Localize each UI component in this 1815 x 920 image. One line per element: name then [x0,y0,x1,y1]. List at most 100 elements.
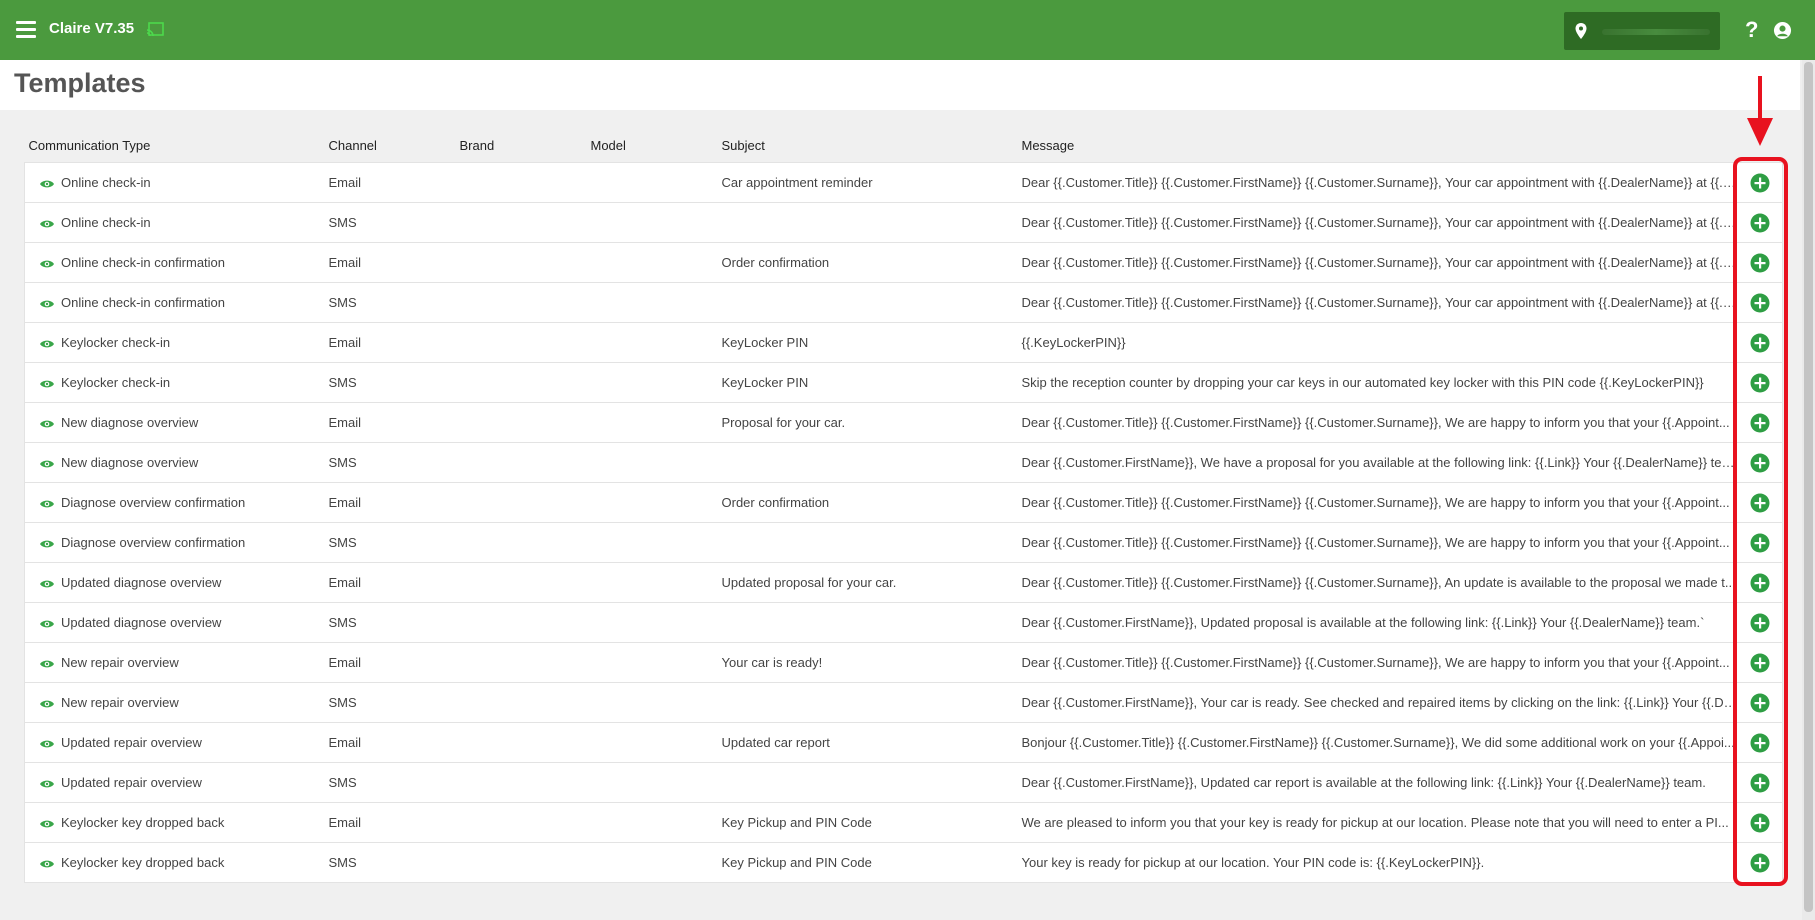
table-row[interactable]: New diagnose overview Email Proposal for y… [24,402,1783,443]
table-row[interactable]: Keylocker key dropped back Email Key Picku… [24,802,1783,843]
cell-communication-type: Updated diagnose overview [24,602,325,643]
communication-type-text: New repair overview [61,695,179,710]
cell-channel: Email [324,642,456,683]
cell-message: Your key is ready for pickup at our loca… [1017,842,1738,883]
communication-type-text: New diagnose overview [61,455,199,470]
cell-model [586,282,718,323]
eye-icon[interactable] [39,578,55,590]
communication-type-text: Keylocker check-in [61,375,171,390]
cell-channel: Email [324,722,456,763]
cell-channel: SMS [324,442,456,483]
eye-icon[interactable] [39,418,55,430]
vertical-scrollbar[interactable] [1802,60,1815,920]
communication-type-text: Online check-in [61,215,151,230]
eye-icon[interactable] [39,178,55,190]
add-column-highlight [1733,157,1788,886]
scrollbar-thumb[interactable] [1804,62,1813,912]
communication-type-text: New diagnose overview [61,415,199,430]
eye-icon[interactable] [39,378,55,390]
table-row[interactable]: Online check-in confirmation SMS Dear {{.C… [24,282,1783,323]
cell-communication-type: Keylocker check-in [24,362,325,403]
column-header-message[interactable]: Message [1018,128,1738,163]
cell-communication-type: Updated diagnose overview [24,562,325,603]
table-row[interactable]: Updated diagnose overview Email Updated pr… [24,562,1783,603]
cell-communication-type: Online check-in confirmation [24,282,325,323]
cell-model [586,322,718,363]
cell-brand [455,162,587,203]
table-row[interactable]: Diagnose overview confirmation SMS Dear {{… [24,522,1783,563]
eye-icon[interactable] [39,498,55,510]
column-header-brand[interactable]: Brand [456,128,587,163]
cell-brand [455,642,587,683]
cell-subject: Updated proposal for your car. [717,562,1018,603]
page-title: Templates [14,68,146,98]
table-row[interactable]: Diagnose overview confirmation Email Order… [24,482,1783,523]
cell-brand [455,482,587,523]
eye-icon[interactable] [39,298,55,310]
table-row[interactable]: Updated repair overview SMS Dear {{.Custom… [24,762,1783,803]
cell-brand [455,442,587,483]
cell-brand [455,722,587,763]
eye-icon[interactable] [39,698,55,710]
eye-icon[interactable] [39,818,55,830]
cell-subject: Key Pickup and PIN Code [717,802,1018,843]
cell-brand [455,202,587,243]
communication-type-text: Updated diagnose overview [61,615,222,630]
cell-channel: Email [324,802,456,843]
table-row[interactable]: Keylocker check-in SMS KeyLocker PIN Skip t… [24,362,1783,403]
table-row[interactable]: Online check-in SMS Dear {{.Customer.Title… [24,202,1783,243]
communication-type-text: Online check-in confirmation [61,255,226,270]
cell-subject [717,602,1018,643]
eye-icon[interactable] [39,778,55,790]
column-header-model[interactable]: Model [587,128,718,163]
cell-brand [455,762,587,803]
eye-icon[interactable] [39,458,55,470]
cell-brand [455,602,587,643]
table-row[interactable]: Online check-in confirmation Email Order c… [24,242,1783,283]
communication-type-text: Diagnose overview confirmation [61,535,246,550]
cell-model [586,202,718,243]
cell-communication-type: Diagnose overview confirmation [24,522,325,563]
cell-channel: SMS [324,282,456,323]
eye-icon[interactable] [39,858,55,870]
cell-subject: Car appointment reminder [717,162,1018,203]
communication-type-text: Keylocker key dropped back [61,855,225,870]
cell-channel: Email [324,482,456,523]
page-header: Templates [0,60,1800,110]
location-selector[interactable] [1564,12,1720,50]
table-row[interactable]: Updated repair overview Email Updated car … [24,722,1783,763]
table-row[interactable]: New repair overview Email Your car is read… [24,642,1783,683]
cell-channel: SMS [324,522,456,563]
column-header-communication-type[interactable]: Communication Type [25,128,325,163]
menu-icon[interactable] [16,21,36,38]
eye-icon[interactable] [39,658,55,670]
cell-subject [717,682,1018,723]
cell-communication-type: Updated repair overview [24,722,325,763]
cell-channel: Email [324,162,456,203]
cell-channel: Email [324,402,456,443]
column-header-channel[interactable]: Channel [325,128,456,163]
eye-icon[interactable] [39,218,55,230]
cell-brand [455,842,587,883]
cast-icon[interactable] [146,22,164,38]
table-row[interactable]: Keylocker check-in Email KeyLocker PIN {{.K… [24,322,1783,363]
user-circle-icon[interactable] [1773,21,1792,40]
table-row[interactable]: Updated diagnose overview SMS Dear {{.Cust… [24,602,1783,643]
table-row[interactable]: Online check-in Email Car appointment remi… [24,162,1783,203]
question-mark-icon[interactable]: ? [1745,18,1761,42]
cell-subject [717,522,1018,563]
cell-communication-type: New repair overview [24,682,325,723]
eye-icon[interactable] [39,738,55,750]
cell-message: Dear {{.Customer.FirstName}}, Updated pr… [1017,602,1738,643]
eye-icon[interactable] [39,258,55,270]
eye-icon[interactable] [39,538,55,550]
table-row[interactable]: New diagnose overview SMS Dear {{.Customer… [24,442,1783,483]
cell-brand [455,522,587,563]
eye-icon[interactable] [39,338,55,350]
cell-subject [717,442,1018,483]
table-row[interactable]: Keylocker key dropped back SMS Key Pickup … [24,842,1783,883]
eye-icon[interactable] [39,618,55,630]
column-header-subject[interactable]: Subject [718,128,1018,163]
table-row[interactable]: New repair overview SMS Dear {{.Customer.F… [24,682,1783,723]
cell-message: Dear {{.Customer.Title}} {{.Customer.Fir… [1017,642,1738,683]
